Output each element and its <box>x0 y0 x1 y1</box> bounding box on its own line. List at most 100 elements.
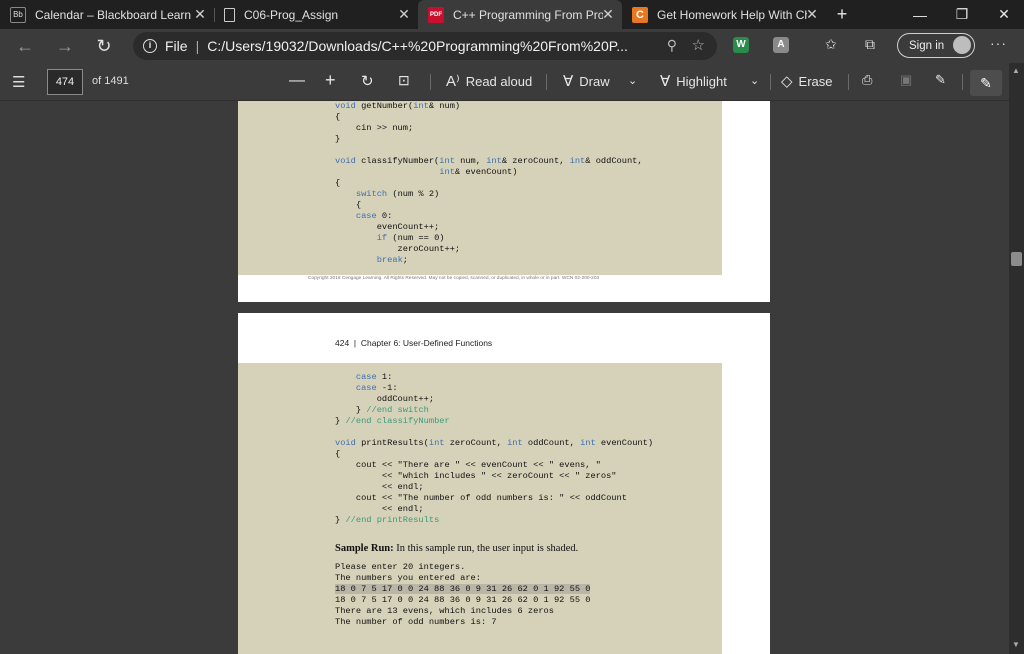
protocol-label: File <box>165 38 188 54</box>
code-line: void classifyNumber(int num, int& zeroCo… <box>335 156 643 166</box>
code-line: { <box>335 178 341 188</box>
code-line: case 0: <box>355 211 393 221</box>
output-line-user-input: 18 0 7 5 17 0 0 24 88 36 0 9 31 26 62 0 … <box>335 584 591 594</box>
highlight-button[interactable]: ∀ Highlight <box>660 72 727 90</box>
copyright-notice: Copyright 2018 Cengage Learning. All Rig… <box>308 276 600 281</box>
page-number-input[interactable]: 474 <box>47 69 83 95</box>
code-line: { <box>335 112 341 122</box>
chegg-icon: C <box>632 6 648 23</box>
code-line: void printResults(int zeroCount, int odd… <box>335 438 654 448</box>
toolbar-divider <box>962 74 963 90</box>
minimize-icon[interactable]: — <box>900 0 940 29</box>
favorite-star-icon[interactable]: ☆ <box>692 36 705 54</box>
draw-label: Draw <box>579 73 610 89</box>
code-line: } //end classifyNumber <box>335 416 450 426</box>
extension-icon[interactable]: A <box>773 37 789 53</box>
print-icon[interactable]: ⎙ <box>862 72 872 88</box>
output-line: The number of odd numbers is: 7 <box>335 617 497 627</box>
draw-options-chevron-down-icon[interactable]: ⌄ <box>628 74 637 87</box>
chapter-title: Chapter 6: User-Defined Functions <box>360 338 493 348</box>
tab-blackboard[interactable]: Bb Calendar – Blackboard Learn ✕ <box>0 0 214 29</box>
pdf-page: void getNumber(int& num) { cin >> num; }… <box>238 101 770 302</box>
collections-icon[interactable]: ⧉ <box>865 36 875 53</box>
output-line: 18 0 7 5 17 0 0 24 88 36 0 9 31 26 62 0 … <box>335 595 591 605</box>
code-line: cout << "There are " << evenCount << " e… <box>335 460 601 470</box>
sample-run-caption: Sample Run: In this sample run, the user… <box>335 543 578 554</box>
rotate-icon[interactable]: ↻ <box>361 72 374 90</box>
address-toolbar: ← → ↻ i File | C:/Users/19032/Downloads/… <box>0 29 1024 63</box>
page-header: 424 | Chapter 6: User-Defined Functions <box>335 338 493 348</box>
url-text: C:/Users/19032/Downloads/C++%20Programmi… <box>207 38 628 54</box>
code-line: case -1: <box>355 383 398 393</box>
tab-title: C06-Prog_Assign <box>244 7 339 22</box>
read-aloud-button[interactable]: A⁾ Read aloud <box>446 72 532 90</box>
toolbar-divider <box>430 74 431 90</box>
code-line: zeroCount++; <box>335 244 461 254</box>
fit-page-icon[interactable]: ⊡ <box>398 72 410 89</box>
page-number: 424 <box>335 338 350 348</box>
save-icon[interactable]: ▣ <box>900 72 912 88</box>
zoom-in-icon[interactable]: + <box>325 70 336 91</box>
blackboard-icon: Bb <box>10 6 26 23</box>
sign-in-label: Sign in <box>909 39 945 52</box>
pdf-viewer[interactable]: void getNumber(int& num) { cin >> num; }… <box>0 101 1009 654</box>
code-line: { <box>335 449 341 459</box>
close-icon[interactable]: ✕ <box>396 6 412 22</box>
tab-chegg[interactable]: C Get Homework Help With Che ✕ <box>622 0 826 29</box>
tab-title: Calendar – Blackboard Learn <box>35 7 192 22</box>
tab-title: C++ Programming From Probl <box>453 7 603 22</box>
code-block: void getNumber(int& num) { cin >> num; }… <box>238 101 722 275</box>
code-line: << endl; <box>335 482 424 492</box>
tab-strip: Bb Calendar – Blackboard Learn ✕ C06-Pro… <box>0 0 1024 29</box>
draw-icon: ∀ <box>563 73 574 90</box>
read-aloud-label: Read aloud <box>465 73 533 89</box>
code-block: case 1: case -1: oddCount++; } //end swi… <box>238 363 722 654</box>
code-line: { <box>335 200 362 210</box>
sign-in-button[interactable]: Sign in <box>897 33 975 58</box>
pin-toolbar-icon[interactable]: ✎ <box>970 70 1002 96</box>
draw-button[interactable]: ∀ Draw <box>563 72 610 90</box>
more-options-icon[interactable]: ··· <box>990 35 1007 51</box>
toolbar-divider <box>848 74 849 90</box>
scroll-down-icon[interactable]: ▼ <box>1012 640 1020 649</box>
close-icon[interactable]: ✕ <box>192 6 208 22</box>
close-window-icon[interactable]: ✕ <box>984 0 1024 29</box>
page-count: of 1491 <box>92 75 129 87</box>
back-icon[interactable]: ← <box>12 34 38 58</box>
refresh-icon[interactable]: ↻ <box>91 34 117 58</box>
address-bar[interactable]: i File | C:/Users/19032/Downloads/C++%20… <box>133 32 717 60</box>
info-icon[interactable]: i <box>143 39 157 53</box>
tab-assignment[interactable]: C06-Prog_Assign ✕ <box>214 0 418 29</box>
vertical-scrollbar[interactable]: ▲ ▼ <box>1009 63 1024 654</box>
code-line: } <box>335 134 341 144</box>
zoom-icon[interactable]: ⚲ <box>667 37 677 54</box>
code-line: void getNumber(int& num) <box>335 101 461 111</box>
table-of-contents-icon[interactable]: ☰ <box>12 73 25 91</box>
tab-cpp-programming[interactable]: PDF C++ Programming From Probl ✕ <box>418 0 622 29</box>
restore-icon[interactable]: ❐ <box>942 0 982 29</box>
zoom-out-icon[interactable]: — <box>289 72 305 90</box>
code-line: if (num == 0) <box>376 233 445 243</box>
favorites-icon[interactable]: ✩ <box>825 36 837 53</box>
scrollbar-thumb[interactable] <box>1011 252 1022 266</box>
forward-icon[interactable]: → <box>52 34 78 58</box>
highlight-options-chevron-down-icon[interactable]: ⌄ <box>750 74 759 87</box>
save-as-icon[interactable]: ✎ <box>935 72 946 88</box>
scroll-up-icon[interactable]: ▲ <box>1012 66 1020 75</box>
output-line: The numbers you entered are: <box>335 573 481 583</box>
erase-label: Erase <box>798 73 833 89</box>
address-divider: | <box>195 38 200 54</box>
eraser-icon: ◇ <box>781 73 793 90</box>
extension-w-icon[interactable]: W <box>733 37 749 53</box>
pdf-page: 424 | Chapter 6: User-Defined Functions … <box>238 313 770 654</box>
erase-button[interactable]: ◇ Erase <box>781 72 833 90</box>
close-icon[interactable]: ✕ <box>600 6 616 22</box>
close-icon[interactable]: ✕ <box>804 6 820 22</box>
document-icon <box>224 7 235 22</box>
pdf-toolbar: ☰ 474 of 1491 — + ↻ ⊡ A⁾ Read aloud ∀ Dr… <box>0 63 1024 101</box>
tab-title: Get Homework Help With Che <box>657 7 807 22</box>
new-tab-button[interactable]: + <box>824 0 860 29</box>
code-line: switch (num % 2) <box>355 189 440 199</box>
sample-run-text: In this sample run, the user input is sh… <box>393 543 579 554</box>
code-line: evenCount++; <box>335 222 440 232</box>
